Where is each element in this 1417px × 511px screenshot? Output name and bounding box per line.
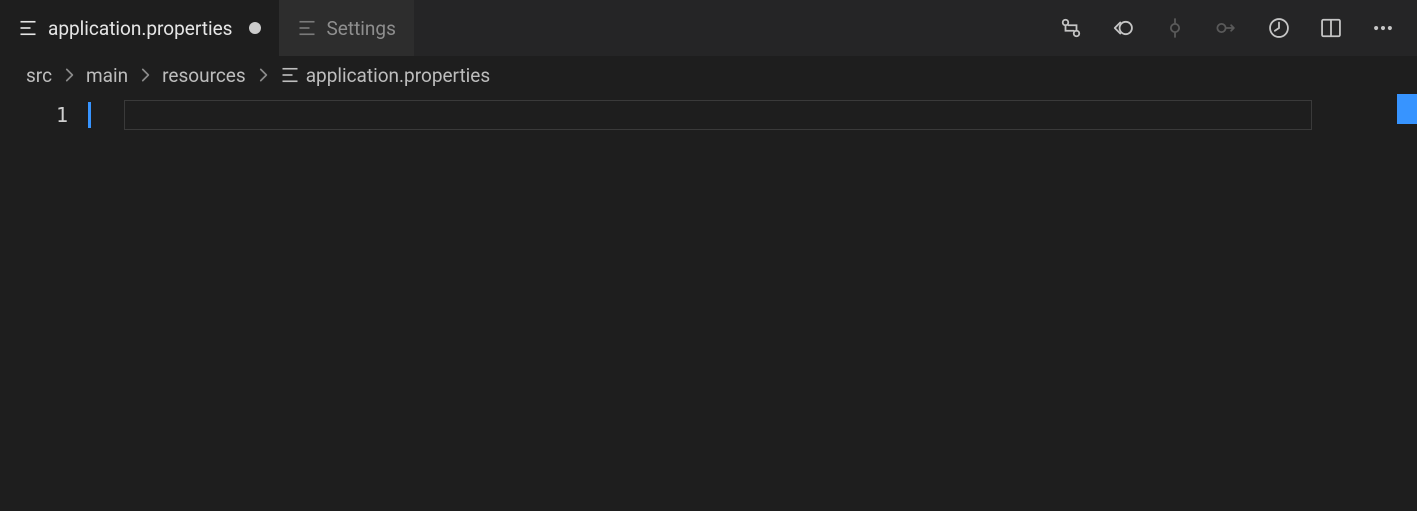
tabs-container: application.properties Settings [0,0,1037,56]
current-line-highlight [124,100,1312,130]
editor: 1 [0,94,1417,511]
chevron-right-icon [60,66,78,84]
chevron-right-icon [136,66,154,84]
commit-icon[interactable] [1161,14,1189,42]
timeline-icon[interactable] [1265,14,1293,42]
split-editor-icon[interactable] [1317,14,1345,42]
breadcrumb-segment[interactable]: main [86,64,128,87]
file-lines-icon [297,18,317,38]
overview-ruler[interactable] [1397,94,1417,511]
compare-changes-icon[interactable] [1057,14,1085,42]
breadcrumb: src main resources application.propertie… [0,56,1417,94]
tab-actions [1037,0,1417,56]
breadcrumb-segment[interactable]: src [26,64,52,87]
file-lines-icon [18,18,38,38]
breadcrumb-segment[interactable]: resources [162,64,246,87]
tab-bar: application.properties Settings [0,0,1417,56]
editor-cursor [88,102,91,128]
file-lines-icon [280,65,300,85]
dirty-indicator-icon[interactable] [249,22,261,34]
breadcrumb-file-label: application.properties [306,64,491,87]
tab-application-properties[interactable]: application.properties [0,0,279,56]
chevron-right-icon [254,66,272,84]
more-icon[interactable] [1369,14,1397,42]
code-area[interactable] [88,94,1417,511]
line-number[interactable]: 1 [0,100,68,130]
tab-settings[interactable]: Settings [279,0,414,56]
tab-label: Settings [327,17,396,40]
gutter: 1 [0,94,88,511]
breadcrumb-file[interactable]: application.properties [280,64,491,87]
revert-icon[interactable] [1109,14,1137,42]
overview-marker [1397,94,1417,124]
push-icon[interactable] [1213,14,1241,42]
tab-label: application.properties [48,17,233,40]
